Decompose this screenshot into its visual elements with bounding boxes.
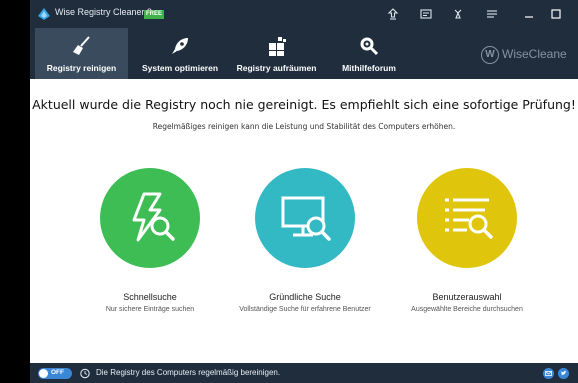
main-toolbar: Registry reinigen System optimieren Regi… — [30, 28, 578, 79]
alarm-clock-icon[interactable] — [79, 367, 91, 379]
rocket-icon — [172, 38, 188, 54]
app-title: Wise Registry Cleaner 9 — [55, 7, 153, 17]
title-bar[interactable]: Wise Registry Cleaner 9 FREE — [30, 0, 578, 28]
tab-label: Registry reinigen — [46, 63, 117, 73]
tab-label: Mithilfeforum — [342, 63, 396, 73]
brand-name: WiseCleane — [502, 47, 567, 62]
scan-description: Ausgewählte Bereiche durchsuchen — [411, 306, 523, 313]
quick-scan-card[interactable]: Schnellsuche Nur sichere Einträge suchen — [75, 168, 225, 314]
toggle-state: OFF — [51, 369, 64, 376]
scan-title: Schnellsuche — [123, 292, 177, 302]
tab-system-optimieren[interactable]: System optimieren — [132, 28, 228, 79]
monitor-search-icon — [281, 196, 331, 241]
status-text: Die Registry des Computers regelmäßig be… — [96, 368, 281, 377]
skin-icon[interactable] — [452, 8, 464, 20]
list-search-icon — [445, 198, 493, 239]
lightning-search-icon — [132, 192, 175, 242]
scan-title: Benutzerauswahl — [432, 292, 502, 302]
deep-scan-card[interactable]: Gründliche Suche Vollständige Suche für … — [230, 168, 380, 314]
tab-label: System optimieren — [141, 63, 219, 73]
upload-icon[interactable] — [387, 8, 399, 20]
brand-logo-icon: W — [481, 46, 499, 64]
scan-title: Gründliche Suche — [269, 292, 341, 302]
maximize-icon[interactable] — [547, 5, 565, 23]
app-logo-icon — [38, 8, 50, 20]
email-icon[interactable] — [543, 368, 554, 379]
minimize-icon[interactable] — [520, 5, 538, 23]
page-headline: Aktuell wurde die Registry noch nie gere… — [32, 97, 576, 112]
menu-icon[interactable] — [486, 8, 498, 20]
app-window: Wise Registry Cleaner 9 FREE Registry re… — [30, 0, 578, 383]
page-subline: Regelmäßiges reinigen kann die Leistung … — [152, 122, 456, 131]
twitter-icon[interactable] — [558, 368, 569, 379]
wrench-gear-icon — [360, 37, 379, 56]
free-badge: FREE — [144, 10, 165, 19]
toggle-knob — [39, 369, 48, 378]
tab-registry-reinigen[interactable]: Registry reinigen — [35, 28, 128, 79]
wisecleaner-brand[interactable]: W WiseCleane — [481, 46, 567, 64]
custom-scan-button[interactable] — [417, 168, 517, 268]
scan-description: Vollständige Suche für erfahrene Benutze… — [239, 306, 371, 313]
schedule-toggle[interactable]: OFF — [38, 368, 72, 379]
quick-scan-button[interactable] — [100, 168, 200, 268]
tab-mithilfeforum[interactable]: Mithilfeforum — [332, 28, 406, 79]
tab-registry-aufraeumen[interactable]: Registry aufräumen — [228, 28, 325, 79]
message-icon[interactable] — [420, 8, 432, 20]
deep-scan-button[interactable] — [255, 168, 355, 268]
blocks-icon — [268, 37, 286, 56]
scan-description: Nur sichere Einträge suchen — [105, 306, 195, 313]
broom-icon — [72, 36, 90, 55]
status-bar: OFF Die Registry des Computers regelmäßi… — [30, 363, 578, 383]
custom-scan-card[interactable]: Benutzerauswahl Ausgewählte Bereiche dur… — [392, 168, 542, 314]
tab-label: Registry aufräumen — [236, 63, 317, 73]
